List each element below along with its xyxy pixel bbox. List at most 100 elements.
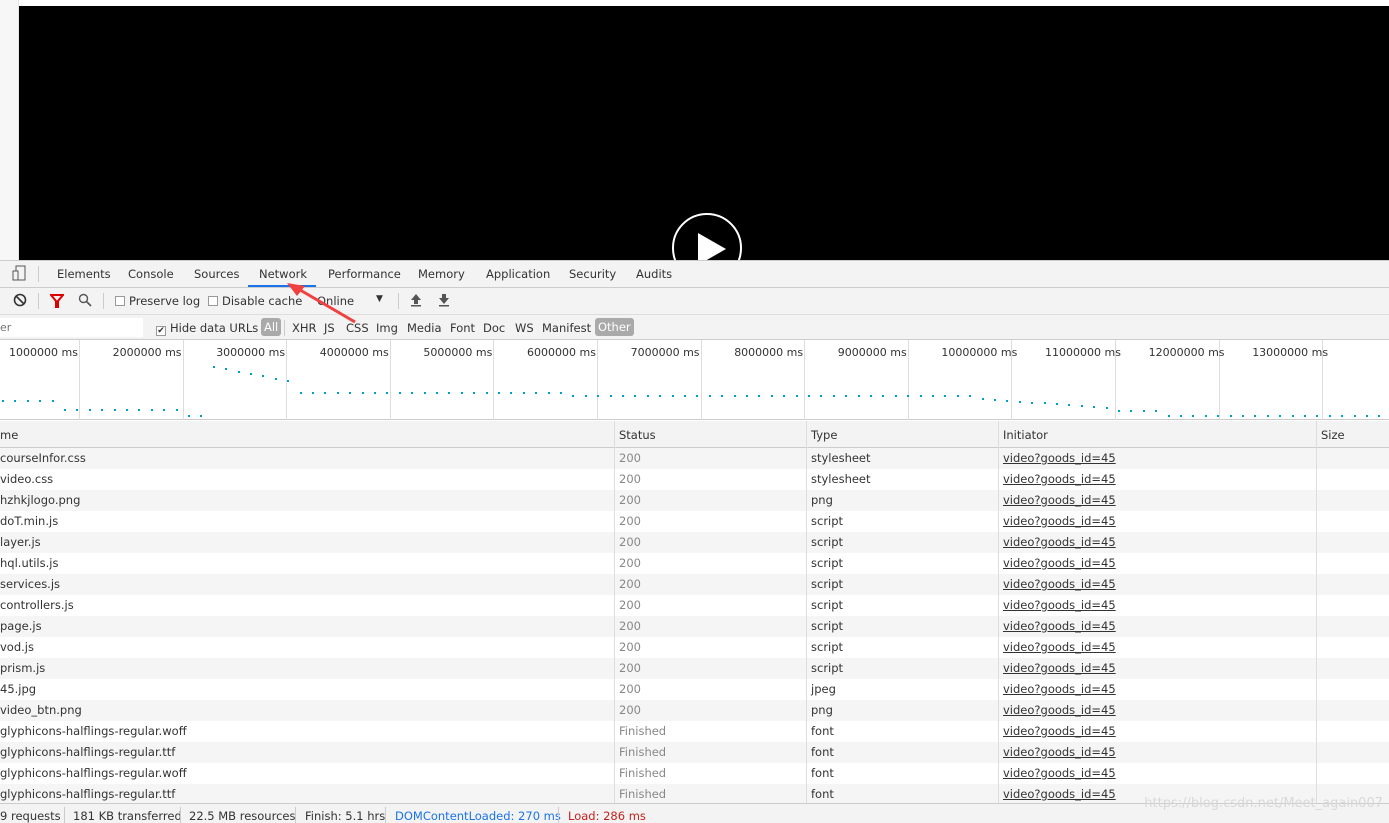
request-name[interactable]: glyphicons-halflings-regular.woff <box>0 724 187 738</box>
column-status[interactable]: Status <box>619 428 656 442</box>
tab-console[interactable]: Console <box>128 267 174 281</box>
table-row[interactable]: doT.min.js 200 script video?goods_id=45 <box>0 511 1389 532</box>
hide-data-urls-checkbox[interactable]: ✔ Hide data URLs <box>156 321 258 336</box>
request-initiator-link[interactable]: video?goods_id=45 <box>1003 619 1116 633</box>
request-initiator-link[interactable]: video?goods_id=45 <box>1003 640 1116 654</box>
waterfall-dot <box>547 392 550 394</box>
waterfall-dot <box>1192 415 1195 417</box>
request-initiator-link[interactable]: video?goods_id=45 <box>1003 787 1116 801</box>
request-initiator-link[interactable]: video?goods_id=45 <box>1003 514 1116 528</box>
waterfall-dot <box>423 392 426 394</box>
request-initiator-link[interactable]: video?goods_id=45 <box>1003 472 1116 486</box>
waterfall-dot <box>436 392 438 394</box>
tab-security[interactable]: Security <box>569 267 616 281</box>
waterfall-dot <box>981 398 984 401</box>
table-row[interactable]: video.css 200 stylesheet video?goods_id=… <box>0 469 1389 490</box>
request-initiator-link[interactable]: video?goods_id=45 <box>1003 598 1116 612</box>
import-har-icon[interactable] <box>410 293 422 310</box>
table-row[interactable]: video_btn.png 200 png video?goods_id=45 <box>0 700 1389 721</box>
table-row[interactable]: vod.js 200 script video?goods_id=45 <box>0 637 1389 658</box>
waterfall-dot <box>1068 404 1071 407</box>
table-row[interactable]: glyphicons-halflings-regular.woff Finish… <box>0 721 1389 742</box>
request-name[interactable]: hzhkjlogo.png <box>0 493 80 507</box>
request-initiator-link[interactable]: video?goods_id=45 <box>1003 724 1116 738</box>
filter-type-media[interactable]: Media <box>407 321 442 335</box>
request-initiator-link[interactable]: video?goods_id=45 <box>1003 556 1116 570</box>
tab-network[interactable]: Network <box>259 267 307 281</box>
request-initiator-link[interactable]: video?goods_id=45 <box>1003 493 1116 507</box>
waterfall-dot <box>1378 415 1381 417</box>
search-icon[interactable] <box>78 293 92 310</box>
request-name[interactable]: video_btn.png <box>0 703 82 717</box>
request-name[interactable]: prism.js <box>0 661 45 675</box>
device-toggle-icon[interactable] <box>12 265 26 284</box>
filter-input[interactable] <box>0 318 143 337</box>
table-row[interactable]: hzhkjlogo.png 200 png video?goods_id=45 <box>0 490 1389 511</box>
column-size[interactable]: Size <box>1321 428 1345 442</box>
tab-elements[interactable]: Elements <box>57 267 111 281</box>
tab-audits[interactable]: Audits <box>636 267 672 281</box>
filter-type-ws[interactable]: WS <box>515 321 534 335</box>
request-initiator-link[interactable]: video?goods_id=45 <box>1003 766 1116 780</box>
waterfall-dot <box>262 375 265 378</box>
table-row[interactable]: services.js 200 script video?goods_id=45 <box>0 574 1389 595</box>
column-initiator[interactable]: Initiator <box>1003 428 1048 442</box>
waterfall-dot <box>1043 402 1046 405</box>
video-player[interactable] <box>19 6 1389 260</box>
column-type[interactable]: Type <box>811 428 837 442</box>
request-name[interactable]: doT.min.js <box>0 514 58 528</box>
request-name[interactable]: page.js <box>0 619 42 633</box>
request-initiator-link[interactable]: video?goods_id=45 <box>1003 661 1116 675</box>
request-name[interactable]: glyphicons-halflings-regular.ttf <box>0 745 175 759</box>
request-name[interactable]: glyphicons-halflings-regular.ttf <box>0 787 175 801</box>
table-row[interactable]: glyphicons-halflings-regular.ttf Finishe… <box>0 742 1389 763</box>
request-initiator-link[interactable]: video?goods_id=45 <box>1003 745 1116 759</box>
table-row[interactable]: hql.utils.js 200 script video?goods_id=4… <box>0 553 1389 574</box>
filter-type-img[interactable]: Img <box>376 321 398 335</box>
request-initiator-link[interactable]: video?goods_id=45 <box>1003 451 1116 465</box>
preserve-log-checkbox[interactable]: Preserve log <box>115 294 200 308</box>
timeline-tick-label: 9000000 ms <box>837 346 907 359</box>
request-name[interactable]: controllers.js <box>0 598 74 612</box>
filter-type-all[interactable]: All <box>261 318 282 336</box>
play-button-icon[interactable] <box>672 213 742 260</box>
request-name[interactable]: layer.js <box>0 535 41 549</box>
network-overview-timeline[interactable]: 1000000 ms 2000000 ms 3000000 ms 4000000 ms… <box>0 340 1389 420</box>
request-name[interactable]: hql.utils.js <box>0 556 58 570</box>
request-name[interactable]: courseInfor.css <box>0 451 86 465</box>
filter-type-manifest[interactable]: Manifest <box>542 321 591 335</box>
export-har-icon[interactable] <box>438 293 450 310</box>
timeline-tick-label: 1000000 ms <box>9 346 78 359</box>
table-row[interactable]: courseInfor.css 200 stylesheet video?goo… <box>0 448 1389 469</box>
filter-type-other[interactable]: Other <box>595 318 634 336</box>
table-row[interactable]: page.js 200 script video?goods_id=45 <box>0 616 1389 637</box>
request-initiator-link[interactable]: video?goods_id=45 <box>1003 703 1116 717</box>
filter-icon[interactable] <box>48 294 66 311</box>
request-initiator-link[interactable]: video?goods_id=45 <box>1003 682 1116 696</box>
tab-memory[interactable]: Memory <box>418 267 465 281</box>
tab-application[interactable]: Application <box>486 267 550 281</box>
request-name[interactable]: services.js <box>0 577 60 591</box>
tab-performance[interactable]: Performance <box>328 267 401 281</box>
request-name[interactable]: glyphicons-halflings-regular.woff <box>0 766 187 780</box>
request-name[interactable]: video.css <box>0 472 53 486</box>
tab-sources[interactable]: Sources <box>194 267 240 281</box>
request-type: font <box>811 745 834 759</box>
request-initiator-link[interactable]: video?goods_id=45 <box>1003 577 1116 591</box>
table-row[interactable]: layer.js 200 script video?goods_id=45 <box>0 532 1389 553</box>
request-name[interactable]: 45.jpg <box>0 682 36 696</box>
request-name[interactable]: vod.js <box>0 640 34 654</box>
table-row[interactable]: controllers.js 200 script video?goods_id… <box>0 595 1389 616</box>
table-row[interactable]: prism.js 200 script video?goods_id=45 <box>0 658 1389 679</box>
table-row[interactable]: 45.jpg 200 jpeg video?goods_id=45 <box>0 679 1389 700</box>
column-name[interactable]: me <box>0 428 18 442</box>
table-row[interactable]: glyphicons-halflings-regular.woff Finish… <box>0 763 1389 784</box>
request-type: png <box>811 493 833 507</box>
request-type: script <box>811 535 844 549</box>
waterfall-dot <box>783 395 786 397</box>
waterfall-dot <box>994 398 996 401</box>
filter-type-doc[interactable]: Doc <box>483 321 505 335</box>
clear-icon[interactable] <box>13 293 27 310</box>
filter-type-font[interactable]: Font <box>450 321 475 335</box>
request-initiator-link[interactable]: video?goods_id=45 <box>1003 535 1116 549</box>
